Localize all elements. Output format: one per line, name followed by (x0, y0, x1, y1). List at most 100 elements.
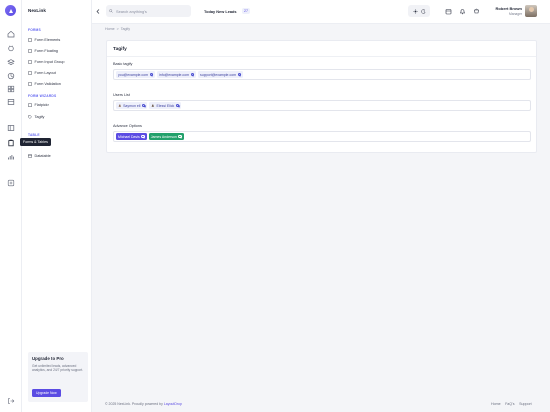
layout-icon[interactable] (6, 123, 15, 132)
tag-support-email[interactable]: support@example.com (198, 71, 244, 78)
rail-tooltip: Forms & Tables (20, 138, 51, 146)
field-label-advance: Advance Options (113, 124, 142, 128)
grid-icon[interactable] (6, 84, 15, 93)
search-icon (109, 9, 113, 13)
table-icon[interactable] (6, 97, 15, 106)
remove-tag-icon[interactable] (141, 134, 145, 139)
basic-tagify-input[interactable]: you@example.com info@example.com support… (113, 69, 531, 80)
footer-link-faq[interactable]: FaQ's (505, 402, 514, 406)
footer-copyright: © 2025 NexLink. Proudly powered by Layou… (105, 402, 182, 406)
section-title-forms: FORMS (28, 28, 41, 32)
field-label-users: Users List (113, 93, 130, 97)
upgrade-button[interactable]: Upgrade Now (32, 389, 61, 397)
footer-link-home[interactable]: Home (491, 402, 501, 406)
plus-icon[interactable] (6, 178, 15, 187)
remove-tag-icon[interactable] (237, 72, 242, 77)
sidebar-item-label: Tagify (34, 115, 45, 119)
breadcrumb-home[interactable]: Home (105, 27, 115, 31)
chevron-left-icon[interactable] (96, 9, 100, 14)
clipboard-icon[interactable] (6, 138, 15, 147)
footer-links: Home FaQ's Support (491, 402, 532, 406)
brand-name: NexLink (28, 8, 46, 13)
chart-icon[interactable] (6, 71, 15, 80)
stats-icon[interactable] (6, 152, 15, 161)
sidebar-item-label: Form Layout (34, 71, 56, 75)
topbar: Today New Leads 27 Robert Brown Manager (92, 0, 550, 24)
home-icon[interactable] (6, 29, 15, 38)
remove-tag-icon[interactable] (190, 72, 195, 77)
tag-user-elessi[interactable]: Elessi Elick (149, 102, 182, 109)
card-title: Tagify (113, 47, 127, 52)
document-icon (28, 60, 32, 64)
advance-options-input[interactable]: Michael Davis James Anderson (113, 131, 531, 142)
remove-tag-icon[interactable] (175, 103, 180, 108)
sidebar-item-form-floating[interactable]: Form Floating (28, 49, 58, 53)
bell-icon[interactable] (458, 7, 466, 15)
sidebar-item-label: Form Validation (34, 82, 61, 86)
remove-tag-icon[interactable] (178, 134, 182, 139)
section-title-table: TABLE (28, 133, 40, 137)
sidebar-item-form-validation[interactable]: Form Validation (28, 82, 61, 86)
app-logo-icon[interactable] (5, 5, 16, 16)
user-role: Manager (508, 11, 522, 16)
search-box[interactable] (106, 5, 191, 17)
tag-label: James Anderson (150, 134, 177, 139)
company-link[interactable]: LayoutDrop (164, 402, 182, 406)
sun-icon[interactable] (412, 8, 418, 14)
user-avatar-icon (118, 104, 122, 108)
copyright-text: © 2025 NexLink. Proudly powered by (105, 402, 163, 406)
logout-icon[interactable] (6, 396, 15, 405)
document-icon (28, 38, 32, 42)
breadcrumb: Home > Tagify (105, 27, 130, 31)
sidebar-item-form-input-group[interactable]: Form Input Group (28, 60, 64, 64)
users-list-input[interactable]: Saymon ell Elessi Elick (113, 100, 531, 111)
bug-icon[interactable] (6, 43, 15, 52)
tagify-card: Tagify Basic tagify you@example.com info… (106, 40, 537, 153)
cart-icon[interactable] (472, 7, 480, 15)
sidebar: NexLink FORMS Form Elements Form Floatin… (22, 0, 92, 412)
tag-info-email[interactable]: info@example.com (157, 71, 197, 78)
upgrade-promo: Upgrade to Pro Get unlimited leads, adva… (28, 352, 88, 402)
remove-tag-icon[interactable] (141, 103, 146, 108)
promo-title: Upgrade to Pro (32, 356, 64, 361)
layers-icon[interactable] (6, 57, 15, 66)
calendar-icon[interactable] (444, 7, 452, 15)
breadcrumb-current: Tagify (120, 27, 131, 31)
leads-count-badge: 27 (242, 8, 250, 14)
tag-user-saymon[interactable]: Saymon ell (116, 102, 148, 109)
field-label-basic: Basic tagify (113, 62, 133, 66)
tag-label: Michael Davis (118, 134, 140, 139)
footer-link-support[interactable]: Support (519, 402, 532, 406)
sidebar-item-label: Datatable (34, 154, 51, 158)
sidebar-item-label: Form Elements (34, 38, 61, 42)
leads-label: Today New Leads (204, 9, 237, 14)
user-avatar-icon (151, 104, 155, 108)
remove-tag-icon[interactable] (149, 72, 154, 77)
sidebar-item-tagify[interactable]: Tagify (28, 115, 44, 119)
tag-label: support@example.com (200, 72, 237, 77)
table-icon (28, 154, 32, 158)
sidebar-item-label: Form Floating (34, 49, 58, 53)
tag-you-email[interactable]: you@example.com (116, 71, 156, 78)
section-title-form-wizards: FORM WIZARDS (28, 94, 57, 98)
icon-rail (0, 0, 22, 412)
promo-text: Get unlimited leads, advanced analytics,… (32, 364, 84, 373)
tag-label: info@example.com (159, 72, 190, 77)
document-icon (28, 49, 32, 53)
avatar[interactable] (525, 5, 537, 17)
tag-james-anderson[interactable]: James Anderson (148, 133, 184, 140)
tag-label: Elessi Elick (156, 103, 175, 108)
tag-label: you@example.com (118, 72, 149, 77)
sidebar-item-form-elements[interactable]: Form Elements (28, 38, 60, 42)
moon-icon[interactable] (420, 8, 426, 14)
user-name: Robert Brown (495, 6, 522, 11)
sidebar-item-flatpickr[interactable]: Flatpickr (28, 103, 49, 107)
sidebar-item-datatable[interactable]: Datatable (28, 154, 51, 158)
divider (107, 56, 536, 57)
search-input[interactable] (116, 8, 188, 14)
document-icon (28, 82, 32, 86)
tag-michael-davis[interactable]: Michael Davis (116, 133, 147, 140)
theme-toggle[interactable] (408, 5, 430, 17)
sidebar-item-form-layout[interactable]: Form Layout (28, 71, 56, 75)
document-icon (28, 71, 32, 75)
